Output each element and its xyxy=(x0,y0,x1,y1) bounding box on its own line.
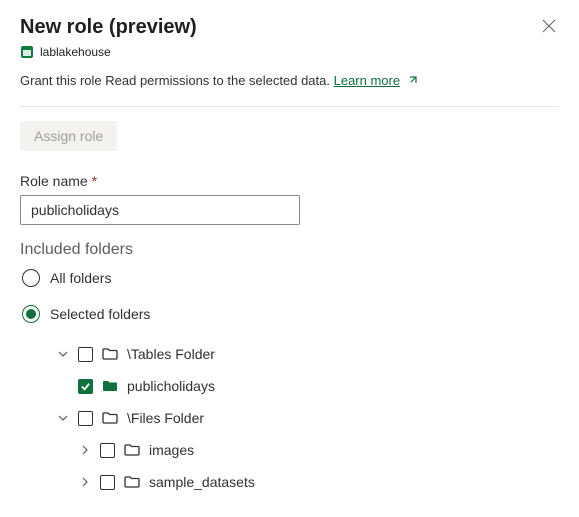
close-icon[interactable] xyxy=(539,16,559,36)
radio-all-folders-label: All folders xyxy=(50,270,111,286)
tree-node-sample-datasets[interactable]: sample_datasets xyxy=(78,469,559,495)
folder-icon xyxy=(123,473,141,491)
checkbox-sample-datasets[interactable] xyxy=(100,475,115,490)
tree-node-images[interactable]: images xyxy=(78,437,559,463)
chevron-down-icon[interactable] xyxy=(56,347,70,361)
tree-node-publicholidays[interactable]: publicholidays xyxy=(78,373,559,399)
page-title: New role (preview) xyxy=(20,16,197,39)
tree-node-label: \Tables Folder xyxy=(127,346,215,362)
folder-icon xyxy=(101,377,119,395)
checkbox-images[interactable] xyxy=(100,443,115,458)
checkbox-files-folder[interactable] xyxy=(78,411,93,426)
radio-selected-folders-label: Selected folders xyxy=(50,306,150,322)
included-folders-label: Included folders xyxy=(20,241,559,259)
external-link-icon xyxy=(406,75,418,90)
chevron-down-icon[interactable] xyxy=(56,411,70,425)
role-name-input[interactable] xyxy=(20,195,300,225)
radio-all-folders[interactable] xyxy=(22,269,40,287)
checkbox-publicholidays[interactable] xyxy=(78,379,93,394)
learn-more-link[interactable]: Learn more xyxy=(334,73,400,88)
checkbox-tables-folder[interactable] xyxy=(78,347,93,362)
tree-node-files-folder[interactable]: \Files Folder xyxy=(56,405,559,431)
description-row: Grant this role Read permissions to the … xyxy=(20,73,559,90)
tree-node-label: publicholidays xyxy=(127,378,215,394)
tree-node-label: \Files Folder xyxy=(127,410,204,426)
chevron-right-icon[interactable] xyxy=(78,475,92,489)
assign-role-button[interactable]: Assign role xyxy=(20,121,117,151)
folder-icon xyxy=(101,345,119,363)
description-text: Grant this role Read permissions to the … xyxy=(20,73,334,88)
role-name-label: Role name * xyxy=(20,173,559,189)
lakehouse-icon xyxy=(20,45,34,59)
radio-selected-folders[interactable] xyxy=(22,305,40,323)
chevron-right-icon[interactable] xyxy=(78,443,92,457)
divider xyxy=(20,106,559,107)
tree-node-tables-folder[interactable]: \Tables Folder xyxy=(56,341,559,367)
lakehouse-name: lablakehouse xyxy=(40,45,111,59)
folder-icon xyxy=(101,409,119,427)
folder-icon xyxy=(123,441,141,459)
tree-node-label: images xyxy=(149,442,194,458)
tree-node-label: sample_datasets xyxy=(149,474,255,490)
